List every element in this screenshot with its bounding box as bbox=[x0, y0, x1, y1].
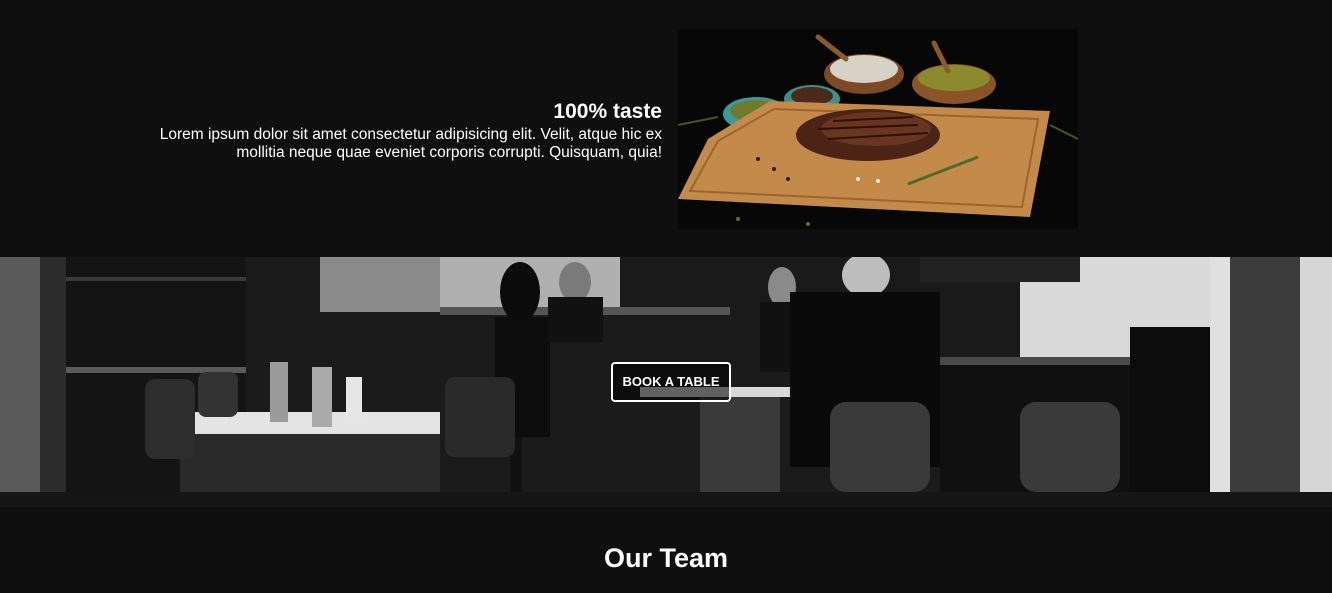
taste-text-block: 100% taste Lorem ipsum dolor sit amet co… bbox=[142, 100, 662, 162]
taste-section: 100% taste Lorem ipsum dolor sit amet co… bbox=[0, 0, 1332, 257]
team-section: Our Team bbox=[0, 507, 1332, 593]
taste-description: Lorem ipsum dolor sit amet consectetur a… bbox=[159, 126, 662, 161]
book-a-table-button[interactable]: BOOK A TABLE bbox=[611, 362, 731, 402]
taste-title: 100% taste bbox=[553, 100, 662, 123]
steak-board-image bbox=[678, 29, 1078, 229]
team-heading: Our Team bbox=[603, 543, 729, 573]
